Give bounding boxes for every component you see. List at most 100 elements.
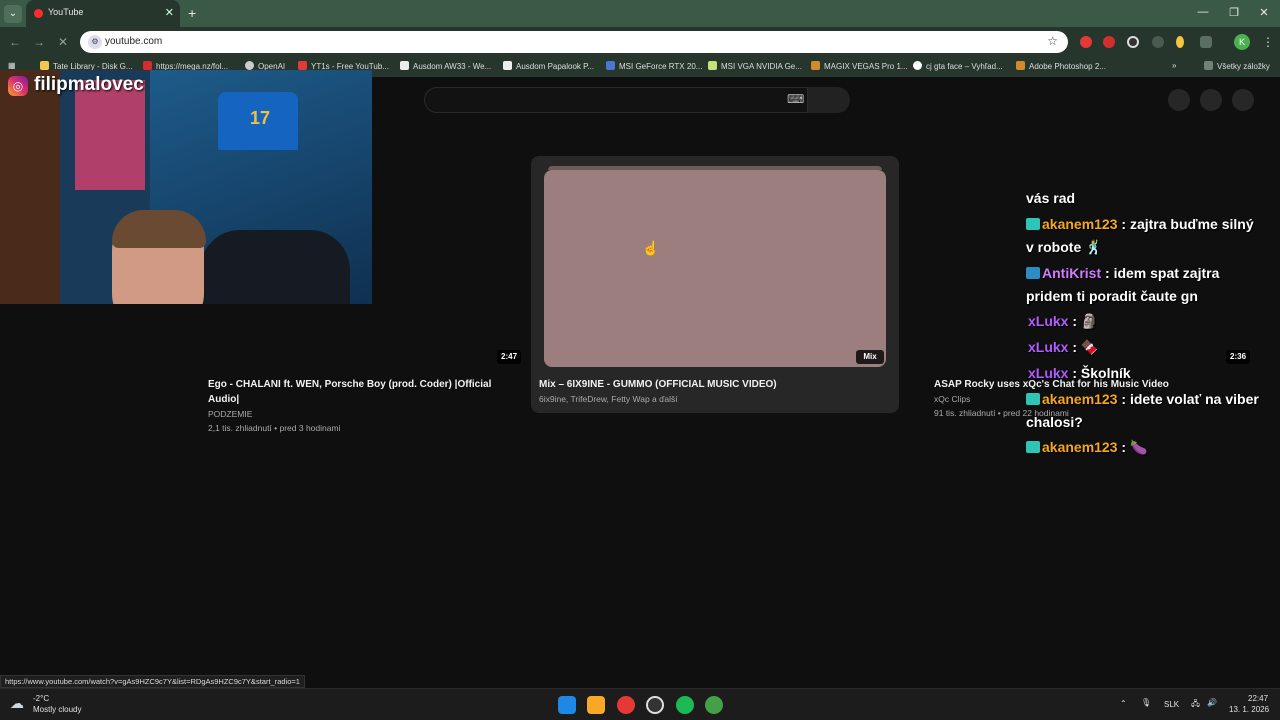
chat-username: xLukx — [1028, 365, 1069, 381]
extension-icon[interactable] — [1080, 36, 1092, 48]
bookmark-item[interactable]: MSI VGA NVIDIA Ge... — [708, 61, 802, 71]
bookmark-item[interactable]: Ausdom Papalook P... — [503, 61, 594, 71]
chat-badge-icon — [1026, 441, 1040, 453]
chat-badge-icon — [1026, 267, 1040, 279]
chat-line: akanem123 : zajtra buďme silný — [1026, 213, 1254, 236]
address-bar[interactable]: ⚙ youtube.com ☆ — [80, 31, 1068, 53]
clock-time[interactable]: 22:47 — [1248, 694, 1268, 703]
chevron-right-icon[interactable]: » — [1172, 61, 1176, 70]
volume-icon[interactable]: 🔊 — [1207, 698, 1217, 707]
status-url-bar: https://www.youtube.com/watch?v=gAs9HZC9… — [0, 675, 305, 688]
apps-grid-icon[interactable]: ▦ — [8, 61, 16, 70]
close-window-button[interactable]: ✕ — [1254, 6, 1274, 19]
channel-name[interactable]: xQc Clips — [934, 392, 970, 406]
more-menu-icon[interactable]: ⋮ — [1262, 35, 1274, 49]
all-bookmarks[interactable]: Všetky záložky — [1204, 61, 1270, 71]
restore-button[interactable]: ❐ — [1224, 6, 1244, 19]
chat-username: AntiKrist — [1042, 265, 1102, 281]
puzzle-icon[interactable] — [1200, 36, 1212, 48]
tab-youtube[interactable]: YouTube ✕ — [26, 0, 180, 27]
language-indicator[interactable]: SLK — [1164, 700, 1179, 709]
chat-line: xLukx : Školník — [1028, 365, 1131, 381]
weather-temp[interactable]: -2°C — [33, 694, 49, 703]
video-thumbnail[interactable] — [544, 170, 886, 367]
channel-name[interactable]: 6ix9ine, TrifeDrew, Fetty Wap a ďalší — [539, 392, 678, 406]
chat-line: chalosi? — [1026, 414, 1083, 430]
chrome-profile-icon[interactable] — [705, 696, 723, 714]
chat-line: vás rad — [1026, 190, 1076, 206]
video-title[interactable]: Mix – 6IX9INE - GUMMO (OFFICIAL MUSIC VI… — [539, 377, 777, 392]
youtube-favicon-icon — [34, 9, 43, 18]
network-icon[interactable]: 🖧 — [1191, 698, 1200, 712]
tab-close-button[interactable]: ✕ — [165, 6, 174, 19]
extension-icon[interactable] — [1152, 36, 1164, 48]
instagram-icon: ◎ — [8, 76, 28, 96]
google-icon — [913, 61, 922, 70]
ausdom-icon — [400, 61, 409, 70]
new-tab-button[interactable]: + — [188, 5, 196, 21]
channel-name[interactable]: PODZEMIE — [208, 407, 252, 421]
chat-username: akanem123 — [1042, 216, 1118, 232]
extension-icon[interactable] — [1127, 36, 1139, 48]
video-title[interactable]: Ego - CHALANI ft. WEN, Porsche Boy (prod… — [208, 377, 508, 407]
keyboard-icon[interactable]: ⌨ — [787, 92, 804, 106]
weather-desc[interactable]: Mostly cloudy — [33, 705, 81, 714]
gaming-chair — [200, 230, 350, 304]
mega-icon — [143, 61, 152, 70]
chat-line: akanem123 : idete volať na viber — [1026, 388, 1259, 411]
tab-strip: ⌄ YouTube ✕ + — ❐ ✕ — [0, 0, 1280, 27]
notifications-icon[interactable] — [1200, 89, 1222, 111]
extension-icon[interactable] — [1176, 36, 1184, 48]
instagram-handle: filipmalovec — [34, 74, 144, 95]
file-explorer-icon[interactable] — [587, 696, 605, 714]
hand-cursor-icon: ☝ — [642, 240, 660, 256]
chat-line: AntiKrist : idem spat zajtra — [1026, 262, 1219, 285]
profile-avatar[interactable]: K — [1234, 34, 1250, 50]
site-info-icon[interactable]: ⚙ — [88, 35, 102, 49]
show-hidden-icons-icon[interactable]: ⌃ — [1120, 699, 1127, 708]
microphone-icon[interactable]: 🎙 — [1141, 698, 1151, 707]
weather-cloud-icon[interactable]: ☁ — [10, 695, 24, 712]
chat-line: xLukx : 🗿 — [1028, 313, 1099, 329]
chrome-icon[interactable] — [617, 696, 635, 714]
mix-badge: Mix — [856, 350, 884, 364]
spotify-icon[interactable] — [676, 696, 694, 714]
avatar[interactable] — [1232, 89, 1254, 111]
tab-title: YouTube — [48, 7, 84, 17]
webcam-door — [0, 70, 60, 304]
chat-badge-icon — [1026, 393, 1040, 405]
forward-icon[interactable]: → — [33, 35, 45, 49]
chat-line: xLukx : 🍫 — [1028, 339, 1099, 355]
video-meta: 2,1 tis. zhliadnutí • pred 3 hodinami — [208, 423, 341, 433]
windows-start-icon[interactable] — [558, 696, 576, 714]
back-icon[interactable]: ← — [9, 35, 21, 49]
bookmark-item[interactable]: MAGIX VEGAS Pro 1... — [811, 61, 908, 71]
stop-loading-icon[interactable]: ✕ — [58, 35, 68, 49]
chat-username: akanem123 — [1042, 439, 1118, 455]
search-button[interactable] — [808, 87, 850, 113]
obs-icon[interactable] — [646, 696, 664, 714]
create-icon[interactable] — [1168, 89, 1190, 111]
folder-icon — [40, 61, 49, 70]
chat-line: v robote 🕺 — [1026, 239, 1103, 255]
duration-badge: 2:47 — [497, 350, 522, 364]
chat-username: akanem123 — [1042, 391, 1118, 407]
openai-icon — [245, 61, 254, 70]
extension-icon[interactable] — [1103, 36, 1115, 48]
clock-date[interactable]: 13. 1. 2026 — [1229, 705, 1269, 714]
bookmark-item[interactable]: Ausdom AW33 - We... — [400, 61, 491, 71]
adobe-icon — [1016, 61, 1025, 70]
search-input[interactable] — [424, 87, 808, 113]
folder-icon — [1204, 61, 1213, 70]
url-text: youtube.com — [105, 36, 163, 47]
chat-badge-icon — [1026, 218, 1040, 230]
bookmark-item[interactable]: Adobe Photoshop 2... — [1016, 61, 1106, 71]
tab-search-button[interactable]: ⌄ — [4, 5, 22, 23]
bookmark-item[interactable]: MSI GeForce RTX 20... — [606, 61, 702, 71]
magix-icon — [811, 61, 820, 70]
bookmark-item[interactable]: cj gta face – Vyhľad... — [913, 61, 1003, 71]
chat-username: xLukx — [1028, 339, 1069, 355]
minimize-button[interactable]: — — [1193, 6, 1213, 18]
chat-username: xLukx — [1028, 313, 1069, 329]
bookmark-star-icon[interactable]: ☆ — [1047, 34, 1058, 48]
